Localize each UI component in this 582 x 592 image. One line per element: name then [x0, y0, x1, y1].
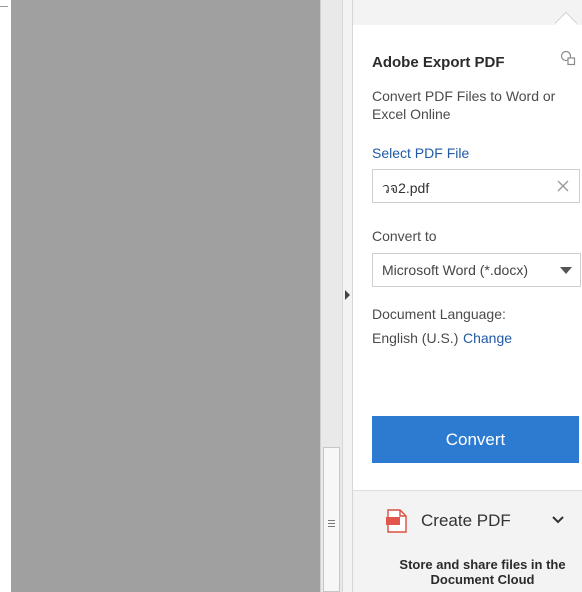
right-tools-pane: Adobe Export PDF Convert PDF Files to Wo…: [353, 0, 582, 592]
create-pdf-row[interactable]: Create PDF: [353, 507, 582, 541]
left-margin: [0, 0, 11, 592]
scroll-grip-icon: [328, 520, 335, 529]
scrollbar-thumb[interactable]: [323, 447, 340, 592]
copy-icon[interactable]: [560, 50, 576, 66]
document-language-value: English (U.S.): [372, 330, 459, 346]
selected-file-field[interactable]: วจ2.pdf: [372, 169, 580, 203]
format-selected: Microsoft Word (*.docx): [382, 262, 528, 278]
create-pdf-label: Create PDF: [421, 511, 511, 530]
vertical-scrollbar[interactable]: [320, 0, 342, 592]
select-pdf-file-link[interactable]: Select PDF File: [372, 145, 469, 161]
export-pdf-title: Adobe Export PDF: [372, 54, 505, 71]
format-dropdown[interactable]: Microsoft Word (*.docx): [372, 253, 581, 287]
change-language-link[interactable]: Change: [463, 330, 512, 346]
convert-to-label: Convert to: [372, 228, 437, 244]
cloud-promo-line2: Document Cloud: [430, 572, 535, 587]
document-canvas[interactable]: [11, 0, 320, 592]
cloud-promo-text: Store and share files in the Document Cl…: [383, 557, 582, 587]
document-cloud-section: Create PDF Store and share files in the …: [353, 490, 582, 592]
convert-button[interactable]: Convert: [372, 416, 579, 463]
pdf-icon: [386, 509, 407, 533]
convert-button-label: Convert: [445, 430, 506, 449]
chevron-down-icon[interactable]: [551, 515, 565, 525]
collapse-arrow-icon[interactable]: [345, 290, 350, 300]
pane-header-strip: [353, 0, 582, 25]
pane-collapse-handle[interactable]: [342, 0, 353, 592]
export-description: Convert PDF Files to Word or Excel Onlin…: [372, 88, 556, 122]
clear-icon[interactable]: [555, 178, 571, 194]
file-name: วจ2.pdf: [382, 180, 430, 196]
cloud-promo-line1: Store and share files in the: [399, 557, 566, 572]
document-language-label: Document Language:: [372, 306, 506, 322]
ruler-tick: [0, 6, 8, 7]
dropdown-caret-icon[interactable]: [560, 267, 572, 274]
